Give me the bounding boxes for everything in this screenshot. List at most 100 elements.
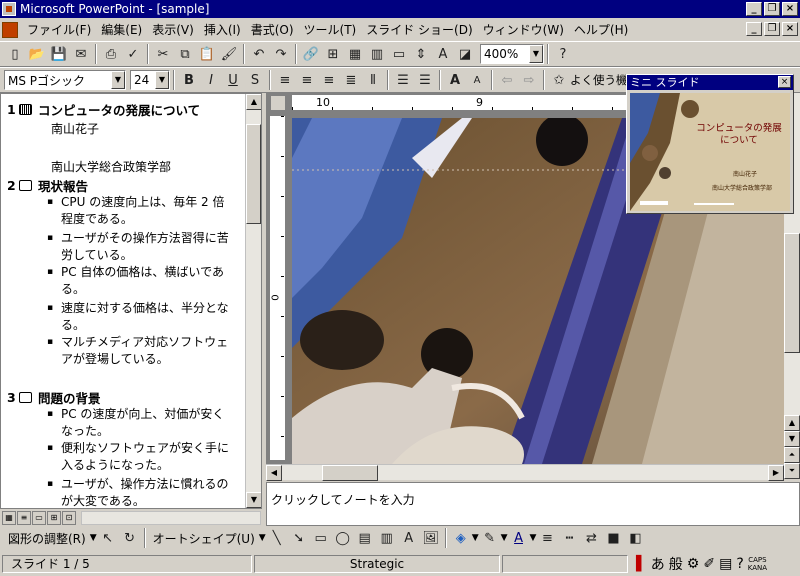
open-folder-icon[interactable]: 📂 bbox=[26, 43, 48, 65]
ime-hiragana-mode[interactable]: あ bbox=[651, 554, 665, 574]
scroll-down-button[interactable]: ▼ bbox=[784, 431, 800, 447]
menu-tools[interactable]: ツール(T) bbox=[299, 20, 362, 40]
numbering-icon[interactable]: ☰ bbox=[392, 69, 414, 91]
outline-bullet[interactable]: 便利なソフトウェアが安く手に入るようになった。 bbox=[47, 440, 247, 474]
line-style-icon[interactable]: ≡ bbox=[536, 527, 558, 549]
normal-view-button[interactable]: ▦ bbox=[2, 511, 16, 525]
demote-icon[interactable]: ⇨ bbox=[518, 69, 540, 91]
outline-bullet[interactable]: 速度に対する価格は、半分となる。 bbox=[47, 300, 247, 334]
ime-help-icon[interactable]: ? bbox=[736, 556, 743, 572]
decrease-font-icon[interactable]: A bbox=[466, 69, 488, 91]
save-icon[interactable]: 💾 bbox=[48, 43, 70, 65]
spellcheck-icon[interactable]: ✓ bbox=[122, 43, 144, 65]
table-icon[interactable]: ⊞ bbox=[322, 43, 344, 65]
menu-format[interactable]: 書式(O) bbox=[246, 20, 299, 40]
outline-bullet[interactable]: CPU の速度向上は、毎年 2 倍程度である。 bbox=[47, 194, 247, 228]
font-color-icon[interactable]: A bbox=[508, 527, 530, 549]
select-pointer-icon[interactable]: ↖ bbox=[97, 527, 119, 549]
undo-icon[interactable]: ↶ bbox=[248, 43, 270, 65]
minimize-button[interactable]: _ bbox=[746, 2, 762, 16]
slideshow-view-button[interactable]: ⊡ bbox=[62, 511, 76, 525]
expand-icon[interactable]: ⇕ bbox=[410, 43, 432, 65]
dash-style-icon[interactable]: ┅ bbox=[558, 527, 580, 549]
outline-slide-3[interactable]: 3 問題の背景 bbox=[7, 388, 101, 407]
notes-pane[interactable]: クリックしてノートを入力 bbox=[266, 482, 800, 526]
copy-icon[interactable]: ⧉ bbox=[174, 43, 196, 65]
mini-slide-titlebar[interactable]: ミニ スライド × bbox=[627, 75, 793, 90]
font-size-select[interactable]: 24 ▼ bbox=[130, 70, 170, 90]
outline-hscroll[interactable] bbox=[81, 511, 261, 525]
menu-slideshow[interactable]: スライド ショー(D) bbox=[361, 20, 477, 40]
align-center-icon[interactable]: ≡ bbox=[296, 69, 318, 91]
scroll-down-button[interactable]: ▼ bbox=[246, 492, 261, 508]
underline-button[interactable]: U bbox=[222, 69, 244, 91]
shadow-button[interactable]: S bbox=[244, 69, 266, 91]
paste-icon[interactable]: 📋 bbox=[196, 43, 218, 65]
vertical-ruler[interactable]: 0 bbox=[270, 116, 286, 460]
outline-slide-1[interactable]: 1 コンピュータの発展について bbox=[7, 100, 200, 119]
outline-pane[interactable]: 1 コンピュータの発展について 南山花子 南山大学総合政策学部 2 現状報告 C… bbox=[0, 93, 262, 509]
new-slide-icon[interactable]: ▭ bbox=[388, 43, 410, 65]
show-formatting-icon[interactable]: A bbox=[432, 43, 454, 65]
redo-icon[interactable]: ↷ bbox=[270, 43, 292, 65]
fill-color-icon[interactable]: ◈ bbox=[450, 527, 472, 549]
oval-tool-icon[interactable]: ◯ bbox=[332, 527, 354, 549]
scroll-thumb[interactable] bbox=[784, 233, 800, 353]
doc-minimize-button[interactable]: _ bbox=[746, 22, 762, 36]
print-icon[interactable]: ⎙ bbox=[100, 43, 122, 65]
doc-restore-button[interactable]: ❐ bbox=[764, 22, 780, 36]
font-select[interactable]: MS Pゴシック ▼ bbox=[4, 70, 126, 90]
next-slide-button[interactable]: ⏷ bbox=[784, 463, 800, 479]
align-left-icon[interactable]: ≡ bbox=[274, 69, 296, 91]
new-icon[interactable]: ▯ bbox=[4, 43, 26, 65]
powerpoint-app-icon[interactable] bbox=[2, 2, 16, 16]
menu-file[interactable]: ファイル(F) bbox=[22, 20, 96, 40]
help-icon[interactable]: ? bbox=[552, 43, 574, 65]
common-tasks-star-icon[interactable]: ✩ bbox=[548, 69, 570, 91]
mini-slide-preview[interactable]: コンピュータの発展について 南山花子 南山大学総合政策学部 bbox=[630, 93, 790, 211]
outline-view-button[interactable]: ≡ bbox=[17, 511, 31, 525]
scroll-right-button[interactable]: ▶ bbox=[768, 465, 784, 481]
outline-slide-2[interactable]: 2 現状報告 bbox=[7, 176, 88, 195]
outline-bullet[interactable]: ユーザがその操作方法習得に苦労している。 bbox=[47, 230, 247, 264]
cut-icon[interactable]: ✂ bbox=[152, 43, 174, 65]
close-button[interactable]: × bbox=[782, 2, 798, 16]
outline-bullet[interactable]: PC 自体の価格は、横ばいである。 bbox=[47, 264, 247, 298]
rectangle-tool-icon[interactable]: ▭ bbox=[310, 527, 332, 549]
scroll-up-button[interactable]: ▲ bbox=[246, 94, 261, 110]
line-tool-icon[interactable]: ╲ bbox=[266, 527, 288, 549]
scroll-left-button[interactable]: ◀ bbox=[266, 465, 282, 481]
distribute-icon[interactable]: ⫴ bbox=[362, 69, 384, 91]
bold-button[interactable]: B bbox=[178, 69, 200, 91]
ime-tool-icon[interactable]: ⚙ bbox=[687, 556, 700, 572]
grayscale-icon[interactable]: ◪ bbox=[454, 43, 476, 65]
autoshape-menu-button[interactable]: オートシェイプ(U) bbox=[149, 530, 259, 547]
scroll-thumb[interactable] bbox=[246, 124, 261, 224]
zoom-select[interactable]: 400% ▼ bbox=[480, 44, 544, 64]
chart-icon[interactable]: ▥ bbox=[366, 43, 388, 65]
scroll-thumb[interactable] bbox=[322, 465, 378, 481]
draw-menu-button[interactable]: 図形の調整(R) bbox=[4, 530, 90, 547]
ime-dictionary-icon[interactable]: ▤ bbox=[719, 556, 732, 572]
free-rotate-icon[interactable]: ↻ bbox=[119, 527, 141, 549]
textbox-tool-icon[interactable]: ▤ bbox=[354, 527, 376, 549]
email-icon[interactable]: ✉ bbox=[70, 43, 92, 65]
outline-bullet[interactable]: マルチメディア対応ソフトウェアが登場している。 bbox=[47, 334, 247, 368]
ime-pen-icon[interactable]: ▌ bbox=[636, 556, 647, 572]
3d-icon[interactable]: ◧ bbox=[624, 527, 646, 549]
document-icon[interactable] bbox=[2, 22, 18, 38]
menu-window[interactable]: ウィンドウ(W) bbox=[478, 20, 569, 40]
outline-scrollbar[interactable]: ▲ ▼ bbox=[245, 94, 261, 508]
menu-edit[interactable]: 編集(E) bbox=[96, 20, 147, 40]
italic-button[interactable]: I bbox=[200, 69, 222, 91]
insert-table-icon[interactable]: ▦ bbox=[344, 43, 366, 65]
previous-slide-button[interactable]: ⏶ bbox=[784, 447, 800, 463]
bullets-icon[interactable]: ☰ bbox=[414, 69, 436, 91]
doc-close-button[interactable]: × bbox=[782, 22, 798, 36]
menu-view[interactable]: 表示(V) bbox=[147, 20, 199, 40]
vertical-textbox-icon[interactable]: ▥ bbox=[376, 527, 398, 549]
hyperlink-icon[interactable]: 🔗 bbox=[300, 43, 322, 65]
format-painter-icon[interactable]: 🖌 bbox=[218, 43, 240, 65]
ime-conversion-mode[interactable]: 般 bbox=[669, 554, 683, 574]
wordart-icon[interactable]: A bbox=[398, 527, 420, 549]
